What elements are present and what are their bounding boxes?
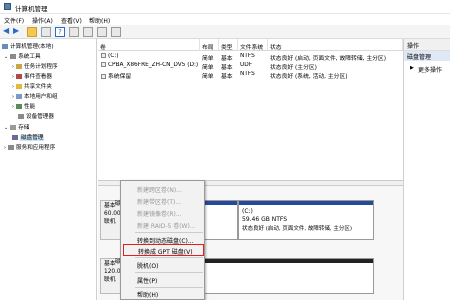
disk-icon — [12, 135, 18, 140]
tree-item-system-tools[interactable]: ⌄ 系统工具 — [4, 52, 41, 60]
device-icon — [18, 114, 24, 119]
column-type[interactable]: 类型 — [219, 39, 238, 51]
tree-item-disk-management[interactable]: 磁盘管理 — [12, 133, 45, 141]
event-icon — [16, 74, 22, 79]
context-menu: 新建跨区卷(N)... 新建带区卷(T)... 新建镜像卷(R)... 新建 R… — [120, 180, 205, 300]
tree-item-performance[interactable]: › 性能 — [12, 102, 35, 110]
menu-item-convert-gpt[interactable]: 转换成 GPT 磁盘(V) — [123, 244, 204, 256]
computer-icon — [2, 44, 8, 49]
table-row[interactable]: 系统保留 简单 基本 NTFS 状态良好 (系统, 活动, 主分区) — [98, 70, 403, 80]
storage-icon — [10, 125, 17, 130]
column-layout[interactable]: 布局 — [200, 39, 219, 51]
table-row[interactable]: CPBA_X86FRE_ZH-CN_DV5 (D:) 简单 基本 UDF 状态良… — [98, 61, 403, 71]
menu-item-help[interactable]: 帮助(H) — [121, 288, 206, 300]
menu-separator — [135, 232, 203, 233]
partition-c[interactable]: (C:) 59.46 GB NTFS 状态良好 (启动, 页面文件, 故障转储,… — [238, 200, 374, 240]
tree-item-task-scheduler[interactable]: › 任务计划程序 — [12, 62, 58, 70]
actions-pane: 操作 磁盘管理 ▶ 更多操作 — [403, 39, 450, 300]
window-title: 计算机管理 — [15, 5, 48, 13]
list-icon[interactable] — [41, 27, 51, 37]
performance-icon — [16, 104, 22, 109]
arrow-right-icon: ▶ — [410, 65, 414, 71]
computer-management-icon — [4, 3, 11, 10]
shared-folder-icon — [16, 84, 22, 89]
table-row[interactable]: (C:) 简单 基本 NTFS 状态良好 (启动, 页面文件, 故障转储, 主分… — [98, 52, 403, 62]
column-status[interactable]: 状态 — [268, 39, 403, 51]
menu-separator — [135, 272, 203, 273]
back-icon[interactable]: ◀ — [3, 26, 13, 36]
export-icon[interactable] — [111, 27, 121, 37]
menu-action[interactable]: 操作(A) — [32, 16, 53, 25]
services-icon — [8, 145, 14, 150]
volume-icon — [101, 53, 106, 58]
title-bar: 计算机管理 — [0, 0, 450, 14]
menu-item-new-mirrored[interactable]: 新建镜像卷(R)... — [121, 207, 206, 219]
menu-help[interactable]: 帮助(H) — [89, 16, 110, 25]
menu-file[interactable]: 文件(F) — [4, 16, 24, 25]
properties-icon[interactable] — [83, 27, 93, 37]
tree-item-local-users[interactable]: › 本地用户和组 — [12, 92, 58, 100]
help-icon[interactable]: ? — [55, 27, 65, 37]
tree-item-device-manager[interactable]: 设备管理器 — [18, 112, 54, 120]
menu-separator — [135, 257, 203, 258]
menu-bar: 文件(F) 操作(A) 查看(V) 帮助(H) — [0, 14, 450, 25]
refresh-icon[interactable] — [97, 27, 107, 37]
menu-item-new-spanned[interactable]: 新建跨区卷(N)... — [121, 183, 206, 195]
actions-section-disk-management[interactable]: 磁盘管理 — [404, 51, 450, 61]
menu-item-properties[interactable]: 属性(P) — [121, 274, 206, 286]
menu-item-offline[interactable]: 脱机(O) — [121, 259, 206, 271]
toolbar: ◀ ▶ ? — [0, 25, 450, 39]
more-actions-link[interactable]: 更多操作 — [418, 65, 442, 74]
volume-icon — [101, 74, 106, 79]
menu-item-new-raid5[interactable]: 新建 RAID-5 卷(W)... — [121, 219, 206, 231]
tools-icon — [10, 54, 17, 59]
forward-icon[interactable]: ▶ — [13, 26, 23, 36]
tree-item-shared-folders[interactable]: › 共享文件夹 — [12, 82, 52, 90]
panel-icon[interactable] — [69, 27, 79, 37]
tree-item-storage[interactable]: ⌄ 存储 — [4, 123, 29, 131]
clock-icon — [16, 64, 22, 69]
actions-header: 操作 — [404, 39, 450, 51]
users-icon — [16, 94, 22, 99]
tree-item-event-viewer[interactable]: › 事件查看器 — [12, 72, 52, 80]
dvd-icon — [101, 62, 106, 67]
menu-item-new-striped[interactable]: 新建带区卷(T)... — [121, 195, 206, 207]
column-filesystem[interactable]: 文件系统 — [238, 39, 268, 51]
folder-icon[interactable] — [27, 27, 37, 37]
tree-item-computer-management[interactable]: 计算机管理(本地) — [2, 42, 54, 50]
navigation-tree: 计算机管理(本地) ⌄ 系统工具 › 任务计划程序 › 事件查看器 › 共享文件夹 › 本… — [0, 39, 97, 300]
tree-item-services-apps[interactable]: › 服务和应用程序 — [4, 143, 55, 151]
column-volume[interactable]: 卷 — [98, 39, 200, 51]
menu-view[interactable]: 查看(V) — [61, 16, 82, 25]
